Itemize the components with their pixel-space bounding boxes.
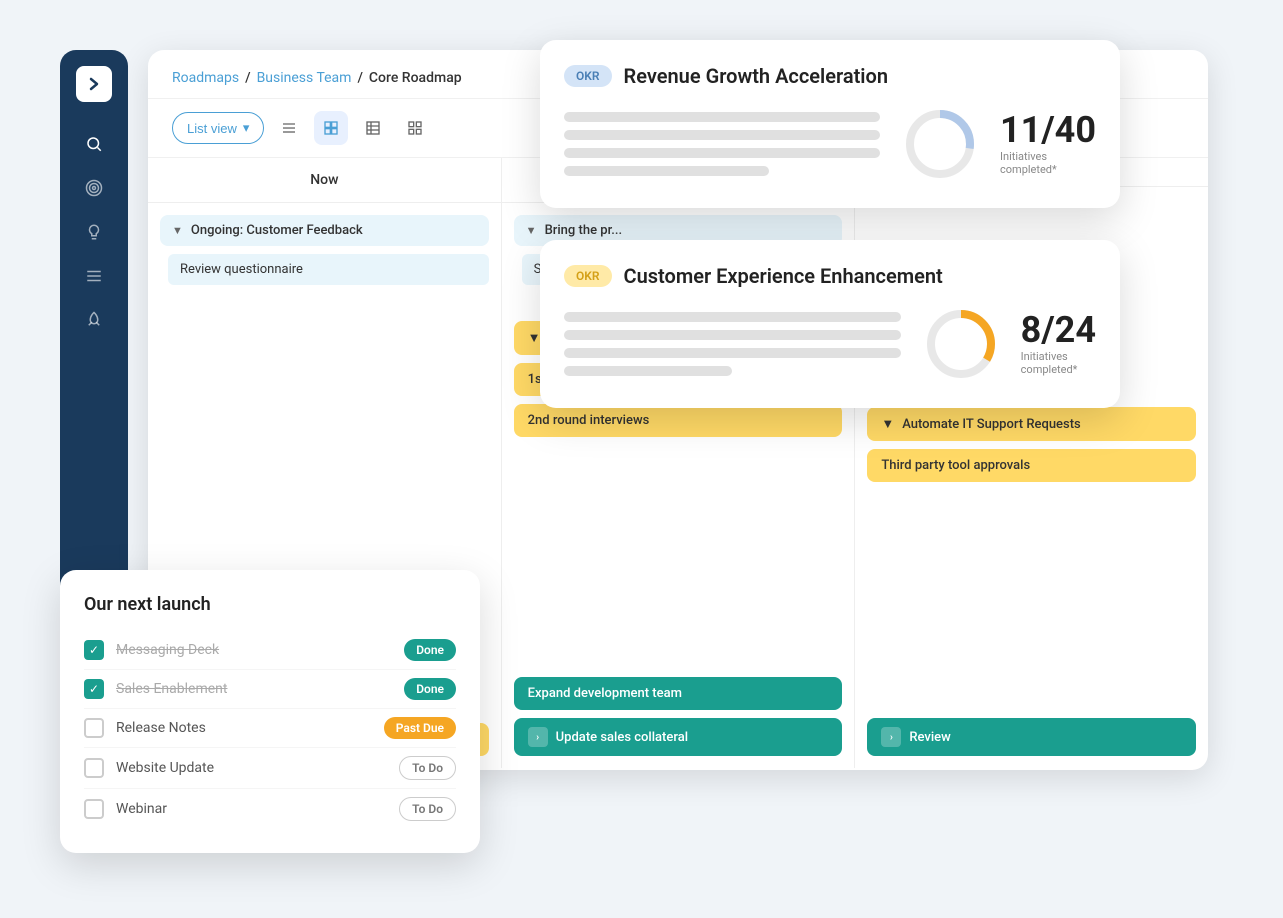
chevron-icon-2: ▼ [526,224,537,237]
okr-line [564,112,880,122]
view-label: List view [187,121,237,136]
breadcrumb-sep2: / [357,70,362,86]
item-label-sales: Sales Enablement [116,681,392,697]
item-label-webinar: Webinar [116,801,387,817]
checklist-title: Our next launch [84,594,456,615]
status-badge-sales: Done [404,678,456,700]
checkbox-release[interactable] [84,718,104,738]
checklist-item-release: Release Notes Past Due [84,709,456,748]
okr-donut-2 [921,304,1001,384]
initiative-automate-it[interactable]: ▼ Automate IT Support Requests [867,407,1196,441]
okr-title-2: Customer Experience Enhancement [624,264,943,288]
sidebar-item-roadmap[interactable] [76,258,112,294]
okr-line [564,130,880,140]
initiative-update-sales[interactable]: › Update sales collateral [514,718,843,756]
feature-review-questionnaire[interactable]: Review questionnaire [168,254,489,285]
breadcrumb-current: Core Roadmap [369,70,462,86]
okr-stats-2: 8/24 Initiativescompleted* [1021,312,1096,376]
okr-label-1: Initiativescompleted* [1000,150,1057,176]
sidebar-item-goals[interactable] [76,170,112,206]
status-badge-release: Past Due [384,717,456,739]
checklist-item-sales: ✓ Sales Enablement Done [84,670,456,709]
okr-fraction-2: 8/24 [1021,312,1096,348]
okr-card-revenue: OKR Revenue Growth Acceleration 11/40 In… [540,40,1120,208]
breadcrumb-roadmaps[interactable]: Roadmaps [172,70,239,86]
review-label: Review [909,730,950,745]
checklist-card: Our next launch ✓ Messaging Deck Done ✓ … [60,570,480,853]
check-icon-2: ✓ [89,682,99,696]
status-badge-messaging: Done [404,639,456,661]
status-badge-website: To Do [399,756,456,780]
checkbox-webinar[interactable] [84,799,104,819]
okr-label-2: Initiativescompleted* [1021,350,1078,376]
okr-line [564,348,901,358]
initiative-label: Ongoing: Customer Feedback [191,223,363,238]
sidebar-item-launch[interactable] [76,302,112,338]
checkbox-sales[interactable]: ✓ [84,679,104,699]
okr-fraction-1: 11/40 [1000,112,1096,148]
checklist-item-messaging: ✓ Messaging Deck Done [84,631,456,670]
initiative-2nd-round[interactable]: 2nd round interviews [514,404,843,437]
check-icon: ✓ [89,643,99,657]
okr-line [564,312,901,322]
okr-line [564,330,901,340]
okr-title-1: Revenue Growth Acceleration [624,64,888,88]
list-view-icon-btn[interactable] [272,111,306,145]
checklist-item-website: Website Update To Do [84,748,456,789]
okr-line [564,366,732,376]
item-label-release: Release Notes [116,720,372,736]
automate-it-label: Automate IT Support Requests [902,417,1081,432]
initiative-review[interactable]: › Review [867,718,1196,756]
round2-label: 2nd round interviews [528,413,650,428]
view-toggle-button[interactable]: List view ▾ [172,112,264,144]
okr-card-cx: OKR Customer Experience Enhancement 8/24… [540,240,1120,408]
okr-lines-1 [564,112,880,176]
initiative-customer-feedback[interactable]: ▼ Ongoing: Customer Feedback [160,215,489,246]
expand-dev-teal-label: Expand development team [528,686,682,701]
checkbox-website[interactable] [84,758,104,778]
breadcrumb-business-team[interactable]: Business Team [257,70,352,86]
chevron-icon-4: ▼ [881,416,894,432]
item-label-website: Website Update [116,760,387,776]
other-view-icon-btn[interactable] [398,111,432,145]
okr-stats-1: 11/40 Initiativescompleted* [1000,112,1096,176]
third-party-label: Third party tool approvals [881,458,1030,473]
breadcrumb: Roadmaps / Business Team / Core Roadmap [172,70,462,86]
initiative-third-party[interactable]: Third party tool approvals [867,449,1196,482]
okr-card-1-body: 11/40 Initiativescompleted* [564,104,1096,184]
sidebar-item-ideas[interactable] [76,214,112,250]
col-now-header: Now [148,158,501,203]
item-label-messaging: Messaging Deck [116,642,392,658]
okr-donut-1 [900,104,980,184]
okr-lines-2 [564,312,901,376]
breadcrumb-sep1: / [245,70,250,86]
teal-chevron-icon-2: › [881,727,901,747]
chevron-icon: ▼ [172,224,183,237]
okr-tag-1: OKR [564,65,612,87]
bring-product-label: Bring the pr... [545,223,623,238]
update-sales-label: Update sales collateral [556,730,688,745]
table-view-icon-btn[interactable] [356,111,390,145]
initiative-expand-dev-teal[interactable]: Expand development team [514,677,843,710]
checklist-item-webinar: Webinar To Do [84,789,456,829]
sidebar-logo[interactable] [76,66,112,102]
checkbox-messaging[interactable]: ✓ [84,640,104,660]
okr-tag-2: OKR [564,265,612,287]
status-badge-webinar: To Do [399,797,456,821]
board-view-icon-btn[interactable] [314,111,348,145]
sidebar-item-search[interactable] [76,126,112,162]
okr-line [564,166,769,176]
dropdown-icon: ▾ [243,120,250,136]
okr-line [564,148,880,158]
teal-chevron-icon: › [528,727,548,747]
chevron-icon-3: ▼ [528,330,541,346]
okr-card-2-body: 8/24 Initiativescompleted* [564,304,1096,384]
